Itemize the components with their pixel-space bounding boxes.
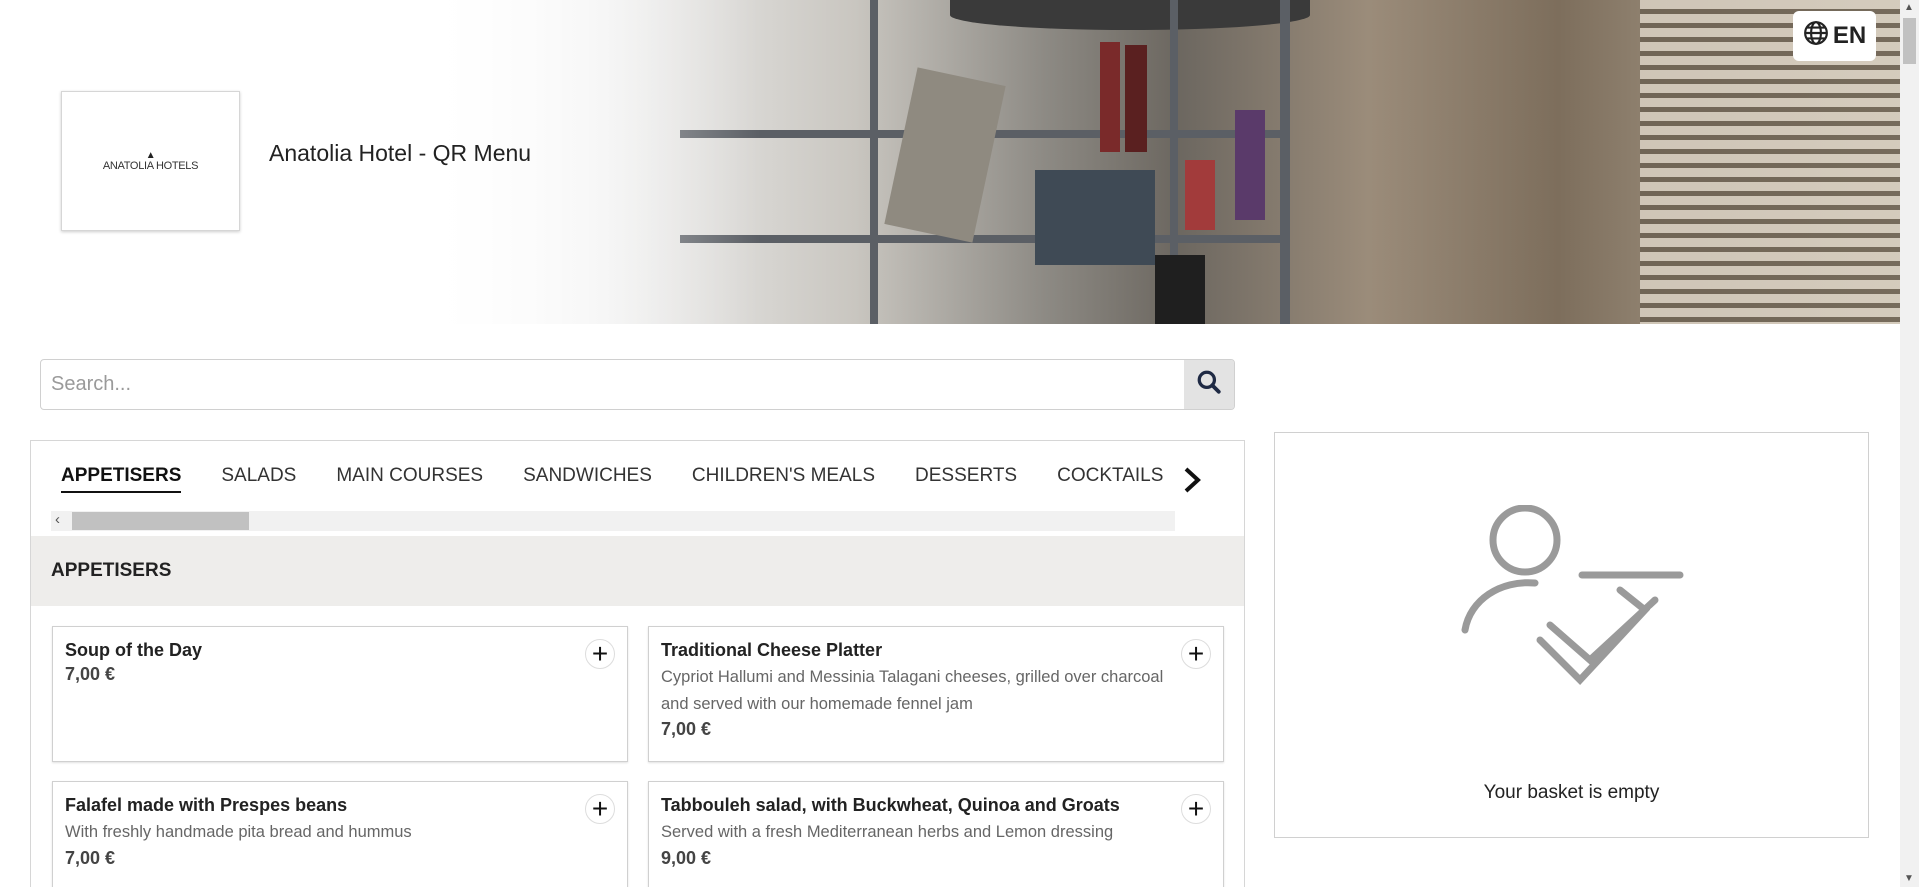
menu-item-card[interactable]: Falafel made with Prespes beans With fre… (52, 781, 628, 887)
banner-book (1125, 45, 1147, 152)
tab-childrens-meals[interactable]: CHILDREN'S MEALS (692, 465, 875, 493)
banner-shelf (870, 0, 878, 324)
add-to-basket-button[interactable]: + (1181, 639, 1211, 669)
menu-item-card[interactable]: Traditional Cheese Platter Cypriot Hallu… (648, 626, 1224, 762)
banner-book (1100, 42, 1120, 152)
banner-book (1235, 110, 1265, 220)
tab-appetisers[interactable]: APPETISERS (61, 465, 182, 493)
banner-lamp-decoration (950, 0, 1310, 30)
tab-cocktails[interactable]: COCKTAILS (1057, 465, 1163, 493)
add-to-basket-button[interactable]: + (585, 639, 615, 669)
chevron-right-icon (1181, 465, 1203, 503)
plus-icon: + (591, 793, 609, 824)
item-price: 7,00 € (661, 719, 712, 740)
tabs-next-button[interactable] (1181, 465, 1203, 501)
item-description: Cypriot Hallumi and Messinia Talagani ch… (661, 668, 1164, 713)
item-name: Soup of the Day (65, 640, 203, 660)
language-label: EN (1832, 22, 1867, 49)
section-header: APPETISERS (31, 536, 1244, 606)
item-description: With freshly handmade pita bread and hum… (65, 823, 412, 842)
tab-sandwiches[interactable]: SANDWICHES (523, 465, 652, 493)
scroll-up-icon[interactable]: ▲ (1904, 2, 1914, 13)
basket-panel: Your basket is empty (1274, 432, 1869, 838)
tab-salads[interactable]: SALADS (221, 465, 296, 493)
globe-icon (1803, 20, 1829, 53)
banner-book (1185, 160, 1215, 230)
banner-bottle (1155, 255, 1205, 324)
banner-shelf (680, 235, 1280, 243)
item-description: Served with a fresh Mediterranean herbs … (661, 823, 1114, 842)
item-name: Tabbouleh salad, with Buckwheat, Quinoa … (661, 795, 1120, 815)
item-name: Traditional Cheese Platter (661, 640, 883, 660)
item-price: 9,00 € (661, 847, 712, 868)
menu-panel: APPETISERS SALADS MAIN COURSES SANDWICHE… (30, 440, 1245, 887)
item-price: 7,00 € (65, 847, 116, 868)
plus-icon: + (1187, 638, 1205, 669)
search-bar (40, 359, 1235, 410)
menu-item-card[interactable]: Tabbouleh salad, with Buckwheat, Quinoa … (648, 781, 1224, 887)
language-button[interactable]: EN (1793, 11, 1876, 61)
item-name: Falafel made with Prespes beans (65, 795, 348, 815)
banner-shelf (1280, 0, 1290, 324)
logo-text: ANATOLIA HOTELS (102, 159, 199, 172)
scroll-down-icon[interactable]: ▼ (1904, 873, 1914, 884)
page-title: Anatolia Hotel - QR Menu (269, 140, 532, 166)
plus-icon: + (1187, 793, 1205, 824)
basket-empty-text: Your basket is empty (1483, 782, 1660, 803)
item-price: 7,00 € (65, 664, 116, 685)
search-input[interactable] (41, 360, 1184, 409)
banner-book (884, 67, 1006, 243)
section-title: APPETISERS (51, 560, 172, 581)
tab-main-courses[interactable]: MAIN COURSES (336, 465, 483, 493)
tabs-scrollbar-thumb[interactable] (72, 512, 249, 530)
logo-wordmark: ▲ ANATOLIA HOTELS (102, 150, 199, 172)
scroll-left-icon[interactable]: ‹ (55, 511, 60, 528)
menu-item-card[interactable]: Soup of the Day 7,00 € + (52, 626, 628, 762)
banner-book (1035, 170, 1155, 265)
scrollbar-thumb[interactable] (1903, 18, 1916, 64)
add-to-basket-button[interactable]: + (585, 794, 615, 824)
tab-desserts[interactable]: DESSERTS (915, 465, 1017, 493)
search-button[interactable] (1184, 360, 1234, 409)
category-tabs: APPETISERS SALADS MAIN COURSES SANDWICHE… (61, 465, 1186, 493)
plus-icon: + (591, 638, 609, 669)
search-icon (1196, 369, 1222, 400)
page-scrollbar[interactable]: ▲ ▼ (1900, 0, 1919, 887)
tabs-scrollbar[interactable]: ‹ (51, 511, 1175, 531)
hotel-logo: ▲ ANATOLIA HOTELS (61, 91, 240, 231)
add-to-basket-button[interactable]: + (1181, 794, 1211, 824)
empty-basket-user-check-icon (1460, 504, 1690, 710)
